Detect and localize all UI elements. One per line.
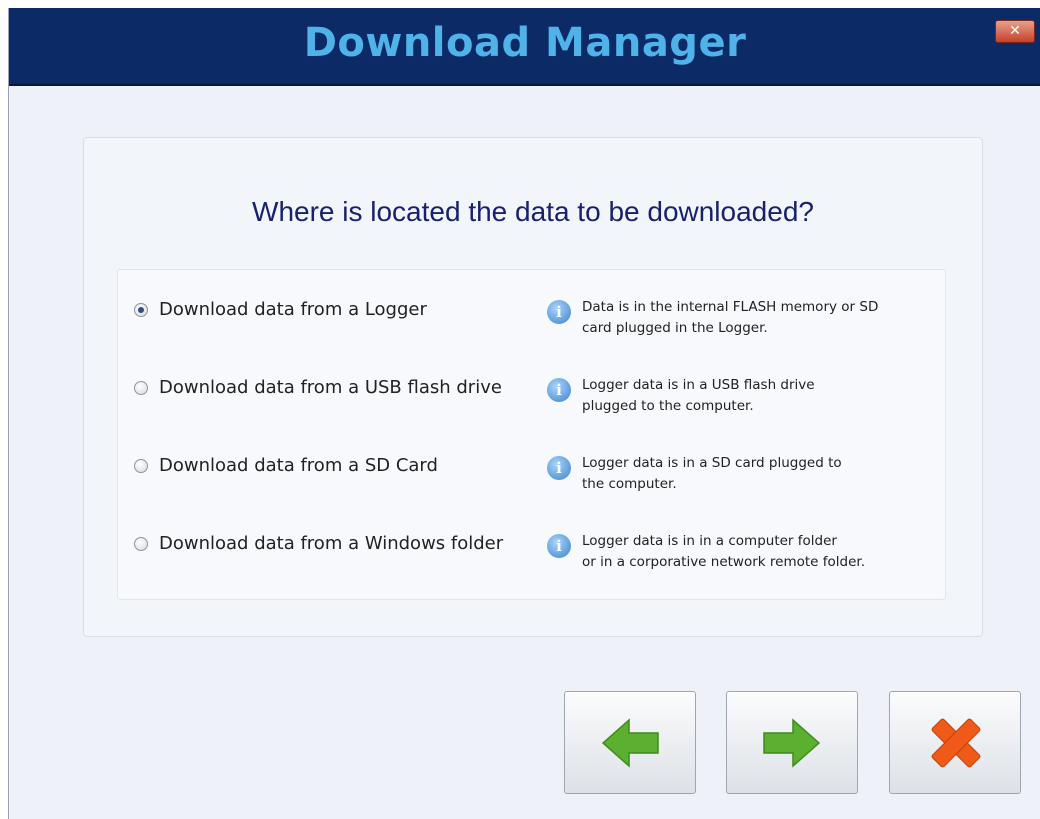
option-info-windows-folder: Logger data is in in a computer folder o… [582, 531, 942, 573]
option-label-logger[interactable]: Download data from a Logger [159, 299, 427, 320]
option-label-usb[interactable]: Download data from a USB flash drive [159, 377, 502, 398]
question-heading: Where is located the data to be download… [252, 196, 814, 227]
option-row-usb[interactable]: Download data from a USB flash drive i L… [118, 377, 945, 437]
option-label-windows-folder[interactable]: Download data from a Windows folder [159, 533, 503, 554]
back-button[interactable] [564, 691, 696, 794]
left-arrow-icon [601, 718, 659, 768]
option-row-windows-folder[interactable]: Download data from a Windows folder i Lo… [118, 533, 945, 593]
cancel-button[interactable] [889, 691, 1021, 794]
info-line: Logger data is in a USB flash drive [582, 377, 815, 393]
close-icon: ✕ [1009, 23, 1021, 39]
right-arrow-icon [763, 718, 821, 768]
option-info-logger: Data is in the internal FLASH memory or … [582, 297, 942, 339]
info-icon: i [547, 300, 571, 324]
title-bar: Download Manager ✕ [9, 8, 1040, 86]
info-line: card plugged in the Logger. [582, 320, 768, 336]
close-window-button[interactable]: ✕ [995, 20, 1035, 43]
info-line: Logger data is in in a computer folder [582, 533, 837, 549]
radio-windows-folder[interactable] [134, 537, 148, 551]
window-title: Download Manager [303, 20, 747, 66]
option-row-logger[interactable]: Download data from a Logger i Data is in… [118, 299, 945, 359]
info-line: the computer. [582, 476, 677, 492]
option-info-sd-card: Logger data is in a SD card plugged to t… [582, 453, 942, 495]
option-label-sd-card[interactable]: Download data from a SD Card [159, 455, 438, 476]
option-info-usb: Logger data is in a USB flash drive plug… [582, 375, 942, 417]
x-icon [931, 718, 981, 768]
option-row-sd-card[interactable]: Download data from a SD Card i Logger da… [118, 455, 945, 515]
info-line: or in a corporative network remote folde… [582, 554, 865, 570]
info-line: plugged to the computer. [582, 398, 754, 414]
radio-logger[interactable] [134, 303, 148, 317]
radio-usb[interactable] [134, 381, 148, 395]
download-manager-window: Download Manager ✕ Where is located the … [8, 8, 1040, 819]
info-line: Logger data is in a SD card plugged to [582, 455, 842, 471]
source-selection-panel: Where is located the data to be download… [83, 137, 983, 637]
info-icon: i [547, 378, 571, 402]
radio-sd-card[interactable] [134, 459, 148, 473]
info-icon: i [547, 534, 571, 558]
source-options-group: Download data from a Logger i Data is in… [117, 269, 946, 600]
next-button[interactable] [726, 691, 858, 794]
info-icon: i [547, 456, 571, 480]
info-line: Data is in the internal FLASH memory or … [582, 299, 879, 315]
